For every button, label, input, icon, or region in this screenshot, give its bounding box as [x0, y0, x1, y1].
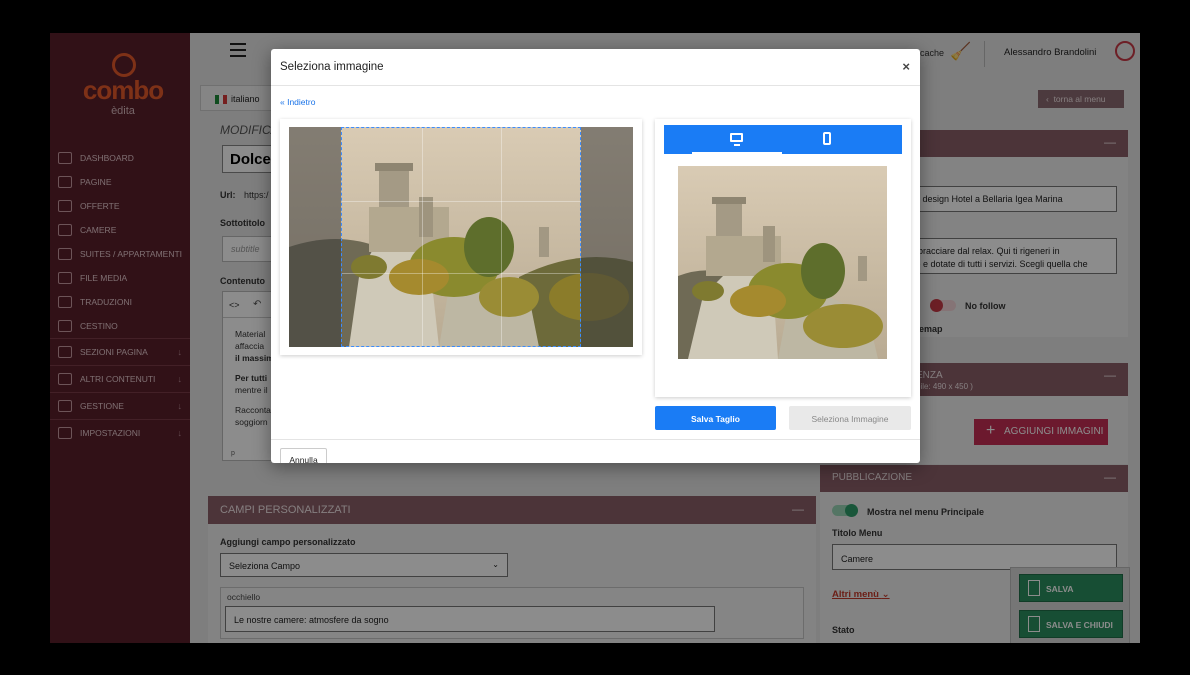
desktop-icon	[730, 133, 743, 146]
castle-preview-photo	[678, 166, 887, 359]
save-crop-button[interactable]: Salva Taglio	[655, 406, 776, 430]
crop-grid-horizontal	[342, 201, 580, 274]
select-image-button[interactable]: Seleziona Immagine	[789, 406, 911, 430]
crop-dim-left	[289, 127, 341, 347]
device-switcher	[664, 125, 902, 154]
crop-dim-right	[581, 127, 633, 347]
crop-selection-box[interactable]	[341, 127, 581, 347]
crop-image-area[interactable]	[289, 127, 633, 347]
mobile-preview-tab[interactable]	[783, 125, 902, 154]
mobile-icon	[823, 132, 831, 145]
desktop-preview-tab[interactable]	[664, 125, 783, 154]
back-link[interactable]: « Indietro	[280, 97, 315, 107]
close-icon[interactable]: ×	[902, 59, 910, 74]
crop-card	[280, 119, 642, 355]
modal-footer-divider	[271, 439, 920, 440]
modal-header-divider	[271, 85, 920, 86]
app-screen: combo èdita DASHBOARD PAGINE OFFERTE CAM…	[50, 33, 1140, 643]
preview-card	[655, 119, 911, 397]
preview-image	[678, 166, 887, 359]
select-image-modal: Seleziona immagine × « Indietro Salva Ta…	[271, 49, 920, 463]
cancel-button[interactable]: Annulla	[280, 448, 327, 463]
modal-title: Seleziona immagine	[280, 61, 384, 73]
